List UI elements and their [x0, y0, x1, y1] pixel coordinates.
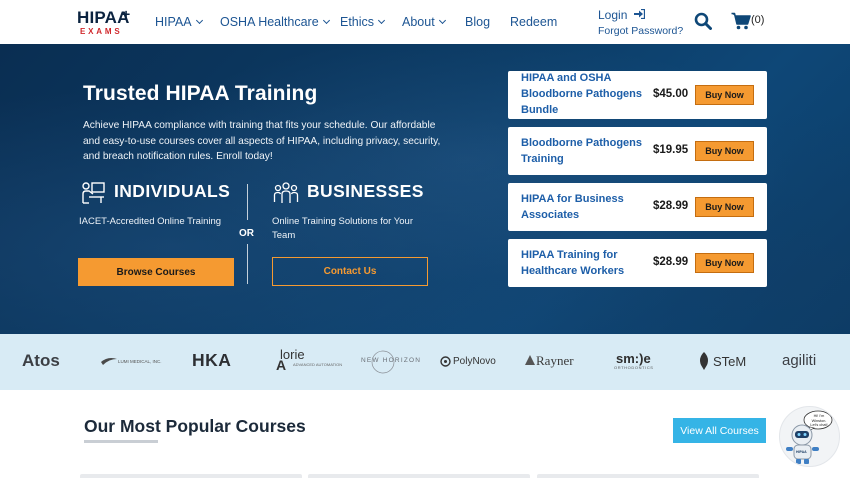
nav-ethics[interactable]: Ethics [340, 15, 386, 29]
individuals-description: IACET-Accredited Online Training [79, 216, 222, 227]
hero-section: Trusted HIPAA Training Achieve HIPAA com… [0, 44, 850, 334]
stem-text: STeM [713, 354, 747, 369]
smile-text: sm:)e [616, 351, 651, 366]
chatbot-bubble-text: Hi! I'm Winston. Let's chat! [810, 414, 828, 427]
popular-courses-title: Our Most Popular Courses [84, 416, 306, 436]
nav-redeem[interactable]: Redeem [510, 15, 557, 29]
course-name[interactable]: Bloodborne Pathogens Training [521, 135, 646, 167]
search-icon[interactable] [694, 12, 712, 30]
chevron-down-icon [322, 16, 330, 25]
smile-subtitle: ORTHODONTICS [614, 365, 654, 370]
new-horizon-logo: NEW HORIZON [360, 348, 422, 376]
shopping-cart-icon[interactable] [731, 12, 751, 30]
nav-about-label: About [402, 15, 435, 29]
title-underline [84, 440, 158, 443]
course-card-top [537, 474, 759, 478]
course-name[interactable]: HIPAA for Business Associates [521, 191, 646, 223]
rayner-text: Rayner [536, 353, 574, 368]
nav-about[interactable]: About [402, 15, 446, 29]
buy-now-button[interactable]: Buy Now [695, 141, 754, 161]
individuals-title: INDIVIDUALS [114, 181, 231, 201]
site-header: HIPAA + EXAMS HIPAA OSHA Healthcare Ethi… [0, 0, 850, 44]
polynovo-circle-icon [440, 356, 451, 367]
polynovo-logo: PolyNovo [440, 355, 500, 369]
contact-us-button[interactable]: Contact Us [272, 257, 428, 286]
lorie-logo: lorie A ADVANCED AUTOMATION [276, 347, 343, 375]
nav-osha-label: OSHA Healthcare [220, 15, 319, 29]
stem-leaf-icon [700, 352, 708, 370]
chatbot-launcher[interactable]: Hi! I'm Winston. Let's chat! HIPAA [779, 406, 840, 467]
hero-description: Achieve HIPAA compliance with training t… [83, 120, 441, 162]
businesses-title: BUSINESSES [307, 181, 424, 201]
rayner-triangle-icon [525, 355, 535, 365]
nav-osha-healthcare[interactable]: OSHA Healthcare [220, 15, 330, 29]
login-label: Login [598, 8, 628, 22]
course-price: $19.95 [653, 144, 689, 156]
course-card-top [308, 474, 530, 478]
buy-now-button[interactable]: Buy Now [695, 85, 754, 105]
stem-logo: STeM [697, 351, 749, 373]
sign-in-icon [633, 9, 645, 19]
lumi-medical-logo: LUMI MEDICAL, INC. [100, 355, 162, 369]
course-card-top [80, 474, 302, 478]
agiliti-logo: agiliti [782, 352, 817, 369]
client-logos-strip: Atos LUMI MEDICAL, INC. HKA lorie A ADVA… [0, 334, 850, 390]
or-divider-top [247, 184, 248, 220]
hero-title: Trusted HIPAA Training [83, 82, 318, 105]
course-price: $28.99 [653, 200, 689, 212]
hipaa-exams-logo[interactable]: HIPAA + EXAMS [77, 6, 133, 39]
nav-hipaa[interactable]: HIPAA [155, 15, 203, 29]
rayner-logo: Rayner [525, 353, 585, 369]
nav-ethics-label: Ethics [340, 15, 375, 29]
course-card[interactable]: HIPAA for Business Associates $28.99 Buy… [508, 183, 767, 231]
chatbot-badge: HIPAA [796, 450, 807, 454]
course-card[interactable]: HIPAA Training for Healthcare Workers $2… [508, 239, 767, 287]
team-icon [273, 182, 299, 203]
lumi-medical-text: LUMI MEDICAL, INC. [118, 359, 162, 364]
chevron-down-icon [378, 16, 386, 25]
forgot-password-link[interactable]: Forgot Password? [598, 25, 683, 37]
course-price: $28.99 [653, 256, 689, 268]
nav-blog[interactable]: Blog [465, 15, 490, 29]
atos-logo: Atos [22, 351, 60, 370]
new-horizon-text: NEW HORIZON [361, 357, 422, 364]
buy-now-button[interactable]: Buy Now [695, 197, 754, 217]
course-name[interactable]: HIPAA and OSHA Bloodborne Pathogens Bund… [521, 70, 646, 118]
course-name[interactable]: HIPAA Training for Healthcare Workers [521, 247, 646, 279]
polynovo-text: PolyNovo [453, 356, 496, 367]
view-all-courses-button[interactable]: View All Courses [673, 418, 766, 443]
lorie-subtitle: ADVANCED AUTOMATION [293, 362, 343, 367]
lumi-swoosh-icon [101, 358, 117, 365]
or-divider-bottom [247, 244, 248, 284]
businesses-description: Online Training Solutions for Your Team [272, 216, 414, 241]
hka-logo: HKA [192, 350, 232, 370]
nav-hipaa-label: HIPAA [155, 15, 192, 29]
browse-courses-button[interactable]: Browse Courses [78, 258, 234, 286]
course-card[interactable]: HIPAA and OSHA Bloodborne Pathogens Bund… [508, 71, 767, 119]
or-label: OR [239, 228, 254, 239]
cart-count: (0) [751, 14, 765, 26]
buy-now-button[interactable]: Buy Now [695, 253, 754, 273]
logo-sub-text: EXAMS [80, 27, 123, 36]
chevron-down-icon [195, 16, 203, 25]
logo-plus: + [122, 6, 131, 22]
login-link[interactable]: Login [598, 8, 645, 22]
course-price: $45.00 [653, 88, 689, 100]
chevron-down-icon [438, 16, 446, 25]
course-card[interactable]: Bloodborne Pathogens Training $19.95 Buy… [508, 127, 767, 175]
smile-orthodontics-logo: sm:)e ORTHODONTICS [614, 351, 660, 373]
lorie-ai-mark: A [276, 357, 287, 373]
student-desk-icon [82, 182, 105, 204]
